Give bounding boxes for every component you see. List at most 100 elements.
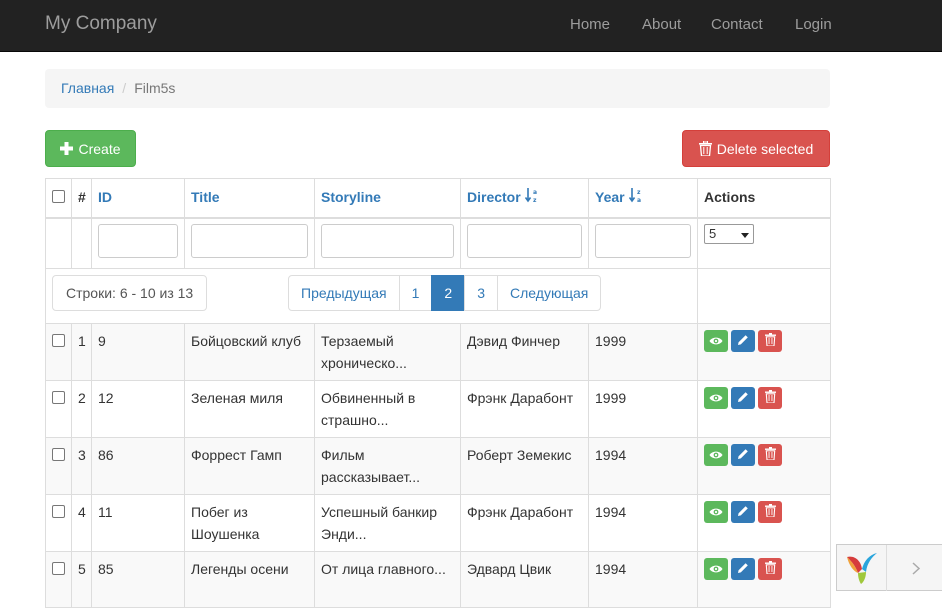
filter-year-input[interactable]	[595, 224, 691, 259]
eye-icon	[709, 501, 723, 523]
row-num: 3	[71, 436, 92, 495]
view-button[interactable]	[704, 386, 728, 409]
sort-year-link[interactable]: Year	[595, 189, 625, 205]
view-button[interactable]	[704, 557, 728, 580]
filter-cell	[314, 217, 461, 269]
row-director: Роберт Земекис	[460, 436, 589, 495]
breadcrumb-current: Film5s	[134, 80, 176, 96]
sort-title-link[interactable]: Title	[191, 189, 220, 205]
row-select-cell	[45, 550, 72, 608]
row-id: 86	[91, 436, 185, 495]
row-director: Фрэнк Дарабонт	[460, 379, 589, 438]
row-actions	[697, 379, 831, 438]
filter-storyline-input[interactable]	[321, 224, 454, 259]
row-delete-button[interactable]	[758, 386, 782, 409]
pencil-icon	[737, 444, 749, 466]
svg-text:z: z	[533, 197, 537, 203]
filter-cell	[71, 217, 92, 269]
pagination-page-3[interactable]: 3	[464, 274, 499, 311]
edit-button[interactable]	[731, 329, 755, 352]
filter-title-input[interactable]	[191, 224, 308, 259]
brand-link[interactable]: My Company	[45, 13, 157, 35]
row-director: Эдвард Цвик	[460, 550, 589, 608]
filter-cell	[91, 217, 185, 269]
pagination: Предыдущая 1 2 3 Следующая	[288, 274, 602, 311]
row-actions	[697, 493, 831, 552]
row-year: 1999	[588, 379, 698, 438]
row-delete-button[interactable]	[758, 557, 782, 580]
header-title: Title	[184, 178, 315, 220]
trash-icon	[764, 501, 776, 523]
row-title: Зеленая миля	[184, 379, 315, 438]
eye-icon	[709, 387, 723, 409]
table-row: 5 85 Легенды осени От лица главного... Эдвар…	[45, 550, 831, 608]
nav-home-link[interactable]: Home	[570, 16, 610, 33]
row-checkbox[interactable]	[52, 333, 65, 347]
page-size-value: 5	[709, 226, 717, 242]
view-button[interactable]	[704, 500, 728, 523]
row-id: 11	[91, 493, 185, 552]
select-all-checkbox[interactable]	[52, 190, 65, 203]
row-director: Дэвид Финчер	[460, 322, 589, 381]
pagination-page-1[interactable]: 1	[398, 274, 433, 311]
edit-button[interactable]	[731, 443, 755, 466]
row-delete-button[interactable]	[758, 329, 782, 352]
pencil-icon	[737, 558, 749, 580]
header-num: #	[71, 178, 92, 220]
trash-icon	[698, 141, 712, 156]
pencil-icon	[737, 501, 749, 523]
sort-storyline-link[interactable]: Storyline	[321, 189, 381, 205]
trash-icon	[764, 558, 776, 580]
page-size-select[interactable]: 5	[704, 223, 754, 245]
filter-id-input[interactable]	[98, 224, 178, 259]
sort-id-link[interactable]: ID	[98, 189, 112, 205]
trash-icon	[764, 330, 776, 352]
pager-row: Строки: 6 - 10 из 13 Предыдущая 1 2 3 Сл…	[45, 267, 831, 324]
row-select-cell	[45, 436, 72, 495]
view-button[interactable]	[704, 443, 728, 466]
row-storyline: Успешный банкир Энди...	[314, 493, 461, 552]
breadcrumb-home-link[interactable]: Главная	[61, 80, 114, 96]
header-row: # ID Title Storyline Director a z Year z a A…	[45, 178, 831, 220]
row-checkbox[interactable]	[52, 561, 65, 575]
edit-button[interactable]	[731, 386, 755, 409]
row-delete-button[interactable]	[758, 443, 782, 466]
row-select-cell	[45, 379, 72, 438]
chevron-right-icon[interactable]	[886, 545, 942, 591]
row-delete-button[interactable]	[758, 500, 782, 523]
edit-button[interactable]	[731, 500, 755, 523]
row-actions	[697, 436, 831, 495]
svg-text:a: a	[533, 189, 537, 196]
row-title: Бойцовский клуб	[184, 322, 315, 381]
pagination-next[interactable]: Следующая	[497, 274, 602, 311]
row-num: 4	[71, 493, 92, 552]
pagination-prev[interactable]: Предыдущая	[288, 274, 400, 311]
table-row: 1 9 Бойцовский клуб Терзаемый хроническо...…	[45, 322, 831, 381]
edit-button[interactable]	[731, 557, 755, 580]
row-checkbox[interactable]	[52, 390, 65, 404]
create-button[interactable]: Create	[45, 130, 136, 167]
yii-logo-icon[interactable]	[845, 551, 879, 588]
row-num: 2	[71, 379, 92, 438]
nav-contact-link[interactable]: Contact	[711, 16, 763, 33]
filter-director-input[interactable]	[467, 224, 582, 259]
row-num: 5	[71, 550, 92, 608]
table-row: 2 12 Зеленая миля Обвиненный в страшно... Фр…	[45, 379, 831, 438]
header-actions: Actions	[697, 178, 831, 220]
pagination-page-2[interactable]: 2	[431, 274, 466, 311]
row-actions	[697, 550, 831, 608]
row-checkbox[interactable]	[52, 504, 65, 518]
row-title: Побег из Шоушенка	[184, 493, 315, 552]
sort-director-link[interactable]: Director	[467, 189, 521, 205]
row-year: 1994	[588, 550, 698, 608]
delete-selected-button[interactable]: Delete selected	[682, 130, 830, 167]
row-checkbox[interactable]	[52, 447, 65, 461]
nav-login-link[interactable]: Login	[795, 16, 832, 33]
filter-cell	[588, 217, 698, 269]
view-button[interactable]	[704, 329, 728, 352]
chevron-down-icon	[741, 223, 749, 245]
navbar: My Company Home About Contact Login	[0, 0, 942, 52]
trash-icon	[764, 387, 776, 409]
filter-cell	[184, 217, 315, 269]
nav-about-link[interactable]: About	[642, 16, 681, 33]
